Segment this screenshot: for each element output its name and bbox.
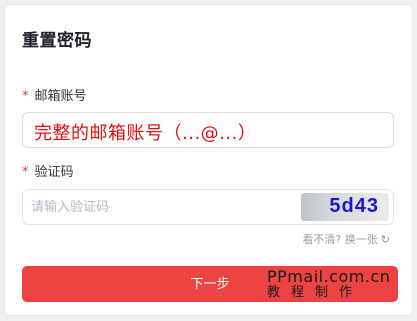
captcha-image[interactable]: 5d43 bbox=[301, 193, 389, 221]
refresh-captcha-text: 看不清? 换一张 bbox=[302, 233, 378, 246]
email-label: * 邮箱账号 bbox=[22, 85, 87, 104]
watermark-line2: 教程制作 bbox=[267, 285, 364, 300]
required-mark: * bbox=[22, 89, 29, 104]
reset-password-card: 重置密码 * 邮箱账号 完整的邮箱账号（...@...） * 验证码 5d43 看不… bbox=[4, 4, 413, 316]
code-label: * 验证码 bbox=[22, 161, 74, 180]
code-label-text: 验证码 bbox=[34, 165, 74, 180]
captcha-text: 5d43 bbox=[329, 195, 379, 217]
watermark-line1: PPmail.com.cn bbox=[267, 267, 391, 286]
verification-code-row: 5d43 bbox=[22, 189, 394, 225]
email-field-value: 完整的邮箱账号（...@...） bbox=[34, 123, 257, 144]
required-mark: * bbox=[22, 165, 29, 180]
refresh-icon: ↻ bbox=[380, 233, 390, 246]
email-field[interactable]: 完整的邮箱账号（...@...） bbox=[22, 112, 394, 148]
next-button-label: 下一步 bbox=[190, 276, 230, 291]
page-title: 重置密码 bbox=[22, 31, 92, 51]
email-label-text: 邮箱账号 bbox=[34, 89, 87, 104]
refresh-captcha-link[interactable]: 看不清? 换一张 ↻ bbox=[302, 231, 390, 247]
watermark: PPmail.com.cn 教程制作 bbox=[267, 268, 390, 300]
verification-code-input[interactable] bbox=[23, 190, 309, 224]
